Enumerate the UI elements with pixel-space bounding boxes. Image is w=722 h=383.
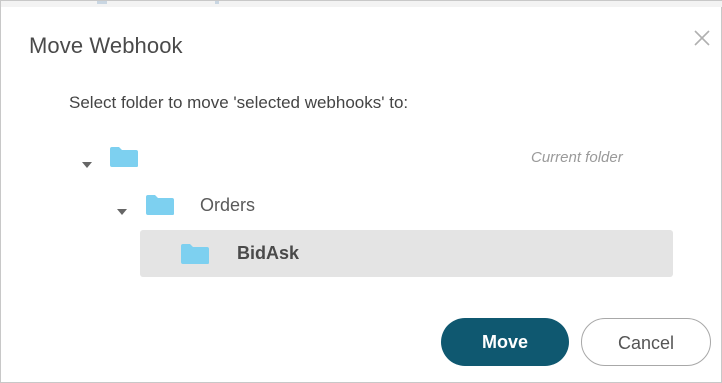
caret-down-icon <box>117 209 127 215</box>
expand-caret-root[interactable] <box>81 156 93 168</box>
close-button[interactable] <box>691 27 713 49</box>
dialog-title: Move Webhook <box>29 33 183 58</box>
bidask-folder-label: BidAsk <box>237 243 300 263</box>
cancel-button[interactable]: Cancel <box>581 318 711 366</box>
move-webhook-dialog: Move Webhook Select folder to move 'sele… <box>0 0 722 383</box>
orders-folder-label: Orders <box>200 195 256 215</box>
folder-icon <box>180 243 210 265</box>
background-mark <box>215 1 219 4</box>
folder-icon <box>109 146 139 168</box>
move-button[interactable]: Move <box>441 318 569 366</box>
folder-icon <box>145 194 175 216</box>
expand-caret-orders[interactable] <box>116 203 128 215</box>
background-strip <box>1 1 722 7</box>
tree-row-bidask[interactable] <box>140 230 673 277</box>
close-icon <box>694 30 710 46</box>
background-mark <box>97 1 107 4</box>
dialog-prompt: Select folder to move 'selected webhooks… <box>69 93 409 112</box>
caret-down-icon <box>82 162 92 168</box>
current-folder-label: Current folder <box>531 149 623 166</box>
